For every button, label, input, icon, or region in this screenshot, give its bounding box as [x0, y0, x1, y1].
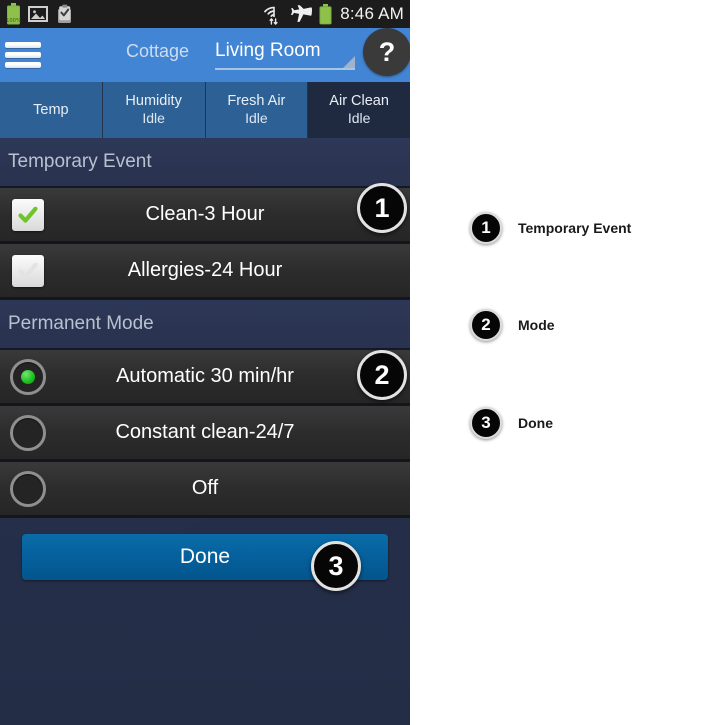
gallery-image-icon — [28, 6, 48, 22]
action-bar: Cottage Living Room — [0, 28, 410, 82]
legend-badge-1: 1 — [470, 212, 502, 244]
status-bar-right-icons: 8:46 AM — [264, 3, 410, 25]
tab-fresh-air-label: Fresh Air — [227, 93, 286, 110]
legend-item-2: 2 Mode — [470, 309, 555, 341]
legend-item-3: 3 Done — [470, 407, 553, 439]
checkbox-clean-3-hour[interactable] — [0, 198, 56, 231]
section-header-temporary-event: Temporary Event — [0, 138, 410, 188]
tab-fresh-air[interactable]: Fresh Air Idle — [205, 82, 309, 138]
callout-badge-1: 1 — [357, 183, 407, 233]
row-off[interactable]: Off — [0, 462, 410, 518]
status-bar-left-icons: 100% — [0, 3, 75, 25]
row-clean-3-hour[interactable]: Clean-3 Hour — [0, 188, 410, 244]
legend-badge-2: 2 — [470, 309, 502, 341]
tab-fresh-air-status: Idle — [245, 110, 268, 127]
svg-text:100%: 100% — [6, 18, 21, 24]
room-selector-dropdown[interactable]: Living Room — [215, 38, 355, 74]
tab-temp-label: Temp — [33, 101, 69, 118]
check-icon-unchecked — [18, 262, 38, 279]
tab-humidity[interactable]: Humidity Idle — [102, 82, 206, 138]
app-title: Cottage — [125, 41, 190, 61]
clock: 8:46 AM — [340, 4, 404, 23]
radio-selected-dot — [21, 369, 35, 384]
dropdown-caret-icon — [343, 56, 355, 68]
legend-badge-3: 3 — [470, 407, 502, 439]
status-bar: 100% 8:46 AM — [0, 0, 410, 28]
tab-temp[interactable]: Temp — [0, 82, 103, 138]
tab-bar: Temp Humidity Idle Fresh Air Idle Air Cl… — [0, 82, 410, 138]
callout-legend: 1 Temporary Event 2 Mode 3 Done — [410, 0, 725, 725]
row-label-off: Off — [191, 477, 219, 499]
checkbox-allergies-24-hour[interactable] — [0, 254, 56, 287]
help-button[interactable]: ? — [363, 28, 410, 76]
legend-label-1: Temporary Event — [518, 220, 632, 236]
radio-constant-clean-24-7[interactable] — [0, 414, 56, 451]
legend-label-3: Done — [518, 415, 553, 431]
row-label-allergies-24-hour: Allergies-24 Hour — [127, 259, 283, 281]
room-selector-value: Living Room — [215, 40, 321, 61]
legend-label-2: Mode — [518, 317, 555, 333]
row-label-constant-clean-24-7: Constant clean-24/7 — [115, 421, 295, 443]
radio-automatic-30-min-hr[interactable] — [0, 358, 56, 395]
check-icon — [18, 206, 38, 223]
legend-item-1: 1 Temporary Event — [470, 212, 631, 244]
radio-off[interactable] — [0, 470, 56, 507]
row-automatic-30-min-hr[interactable]: Automatic 30 min/hr — [0, 350, 410, 406]
airplane-mode-icon — [291, 5, 313, 22]
section-header-permanent-mode: Permanent Mode — [0, 300, 410, 350]
tab-air-clean-label: Air Clean — [329, 93, 389, 110]
battery-100-icon: 100% — [6, 3, 21, 25]
row-constant-clean-24-7[interactable]: Constant clean-24/7 — [0, 406, 410, 462]
settings-list: Temporary Event Clean-3 Hour Allergies-2… — [0, 138, 410, 580]
callout-badge-3: 3 — [311, 541, 361, 591]
tab-humidity-status: Idle — [142, 110, 165, 127]
room-selector-underline — [215, 68, 355, 70]
clipboard-check-icon — [58, 4, 71, 23]
hamburger-menu-icon[interactable] — [5, 42, 41, 68]
row-allergies-24-hour[interactable]: Allergies-24 Hour — [0, 244, 410, 300]
tab-air-clean-status: Idle — [347, 110, 371, 127]
tab-air-clean[interactable]: Air Clean Idle — [308, 82, 410, 138]
phone-screen: 100% 8:46 AM Cottage Living Room ? Temp … — [0, 0, 410, 725]
wifi-transfer-icon — [264, 6, 278, 25]
battery-icon — [319, 3, 332, 24]
tab-humidity-label: Humidity — [125, 93, 182, 110]
callout-badge-2: 2 — [357, 350, 407, 400]
